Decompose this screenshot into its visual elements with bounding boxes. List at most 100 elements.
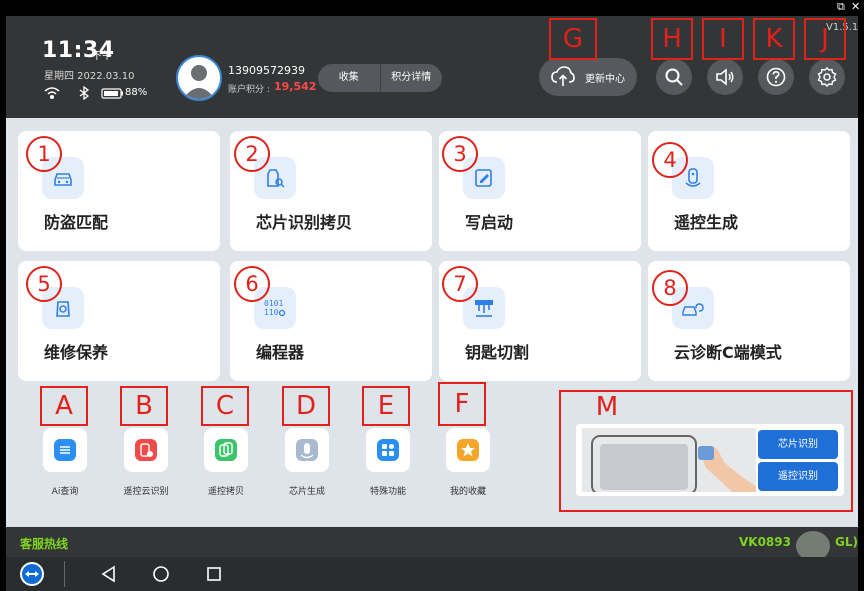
remote-copy-icon — [215, 439, 237, 461]
clock-ampm: 下午 — [92, 51, 112, 62]
points-label: 账户积分 : — [228, 85, 270, 95]
app-chip-generate[interactable]: 芯片生成 — [272, 428, 342, 508]
annotation-number-1: 1 — [26, 136, 62, 172]
customer-hotline-link[interactable]: 客服热线 — [20, 535, 68, 552]
card-title: 遥控生成 — [674, 213, 739, 232]
app-label: 特殊功能 — [369, 487, 406, 497]
device-serial-head: VK0893 — [739, 535, 791, 549]
annotation-box-j: J — [804, 18, 846, 60]
close-icon[interactable]: ✕ — [851, 1, 860, 13]
cloud-upload-icon — [551, 66, 575, 86]
hotline-bar: 客服热线 VK0893 GL) — [6, 527, 858, 561]
annotation-label-m: M — [595, 392, 619, 422]
annotation-number-6: 6 — [234, 266, 270, 302]
app-special-functions[interactable]: 特殊功能 — [353, 428, 423, 508]
app-tile — [366, 428, 410, 472]
help-icon — [766, 67, 786, 87]
annotation-label-c: C — [215, 391, 235, 421]
device-serial-tail: GL) — [834, 535, 858, 549]
app-tile — [124, 428, 168, 472]
remote-cloud-icon — [135, 439, 157, 461]
annotation-label-f: F — [454, 389, 470, 419]
window-top-strip: ⧉ ✕ — [0, 0, 864, 16]
annotation-box-k: K — [753, 18, 795, 60]
annotation-label-d: D — [295, 391, 317, 421]
star-icon — [457, 439, 479, 461]
annotation-box-a: A — [40, 386, 88, 426]
annotation-label-i: I — [719, 24, 727, 54]
annotation-number-7: 7 — [442, 266, 478, 302]
app-favorites[interactable]: 我的收藏 — [433, 428, 503, 508]
settings-button[interactable] — [809, 59, 845, 95]
nav-separator — [64, 561, 65, 587]
teamviewer-icon[interactable] — [20, 562, 44, 586]
battery-icon — [101, 88, 123, 99]
wifi-icon — [44, 87, 60, 100]
app-ai-query[interactable]: Ai查询 — [30, 428, 100, 508]
help-button[interactable] — [758, 59, 794, 95]
update-center-button[interactable]: 更新中心 — [539, 58, 637, 96]
app-label: 遥控云识别 — [123, 487, 169, 497]
annotation-box-f: F — [438, 382, 486, 426]
avatar[interactable] — [176, 55, 222, 101]
annotation-box-b: B — [120, 386, 168, 426]
bluetooth-icon — [79, 85, 90, 101]
card-title: 云诊断C端模式 — [674, 343, 782, 362]
recents-icon[interactable] — [205, 565, 223, 583]
ai-query-icon — [54, 439, 76, 461]
chip-generate-icon — [296, 439, 318, 461]
app-tile — [446, 428, 490, 472]
app-label: 我的收藏 — [449, 487, 486, 497]
app-remote-copy[interactable]: 遥控拷贝 — [191, 428, 261, 508]
annotation-box-m: M — [559, 390, 853, 512]
account-segment: 收集 积分详情 — [318, 64, 442, 92]
app-label: 芯片生成 — [288, 487, 325, 497]
settings-icon — [817, 67, 837, 87]
points-detail-button[interactable]: 积分详情 — [381, 64, 443, 92]
card-title: 维修保养 — [44, 343, 109, 362]
annotation-box-i: I — [702, 18, 744, 60]
search-button[interactable] — [656, 59, 692, 95]
search-icon — [665, 68, 683, 86]
special-functions-icon — [377, 439, 399, 461]
annotation-number-2: 2 — [234, 136, 270, 172]
system-nav-bar — [6, 557, 858, 591]
annotation-label-j: J — [821, 24, 829, 54]
volume-button[interactable] — [707, 59, 743, 95]
app-label: 遥控拷贝 — [207, 487, 244, 497]
annotation-label-a: A — [55, 391, 73, 421]
user-phone: 13909572939 — [228, 64, 305, 77]
app-tile — [204, 428, 248, 472]
clock-date: 星期四 2022.03.10 — [44, 71, 135, 82]
app-label: Ai查询 — [51, 487, 79, 497]
svg-text:0101: 0101 — [264, 299, 283, 308]
app-remote-cloud-id[interactable]: 遥控云识别 — [111, 428, 181, 508]
card-title: 写启动 — [465, 213, 514, 232]
collect-button[interactable]: 收集 — [318, 64, 380, 92]
annotation-label-e: E — [377, 391, 395, 421]
update-center-label: 更新中心 — [585, 74, 625, 85]
back-icon[interactable] — [100, 565, 118, 583]
app-tile — [285, 428, 329, 472]
volume-icon — [716, 68, 734, 86]
annotation-box-c: C — [201, 386, 249, 426]
annotation-number-3: 3 — [442, 136, 478, 172]
card-title: 钥匙切割 — [465, 343, 530, 362]
svg-text:110: 110 — [264, 308, 279, 317]
card-title: 芯片识别拷贝 — [256, 213, 353, 232]
points-value: 19,542 — [274, 80, 317, 93]
annotation-box-e: E — [362, 386, 410, 426]
annotation-label-h: H — [662, 24, 682, 54]
annotation-label-g: G — [562, 24, 584, 54]
annotation-number-5: 5 — [26, 266, 62, 302]
annotation-number-8: 8 — [652, 270, 688, 306]
annotation-label-b: B — [135, 391, 153, 421]
home-icon[interactable] — [152, 565, 170, 583]
annotation-box-g: G — [549, 18, 597, 60]
header-bar: 11:34 下午 星期四 2022.03.10 88% 13909572939 … — [6, 16, 858, 118]
app-tile — [43, 428, 87, 472]
status-icons — [44, 85, 124, 101]
annotation-box-h: H — [651, 18, 693, 60]
popout-icon[interactable]: ⧉ — [837, 1, 845, 13]
card-title: 防盗匹配 — [44, 213, 109, 232]
